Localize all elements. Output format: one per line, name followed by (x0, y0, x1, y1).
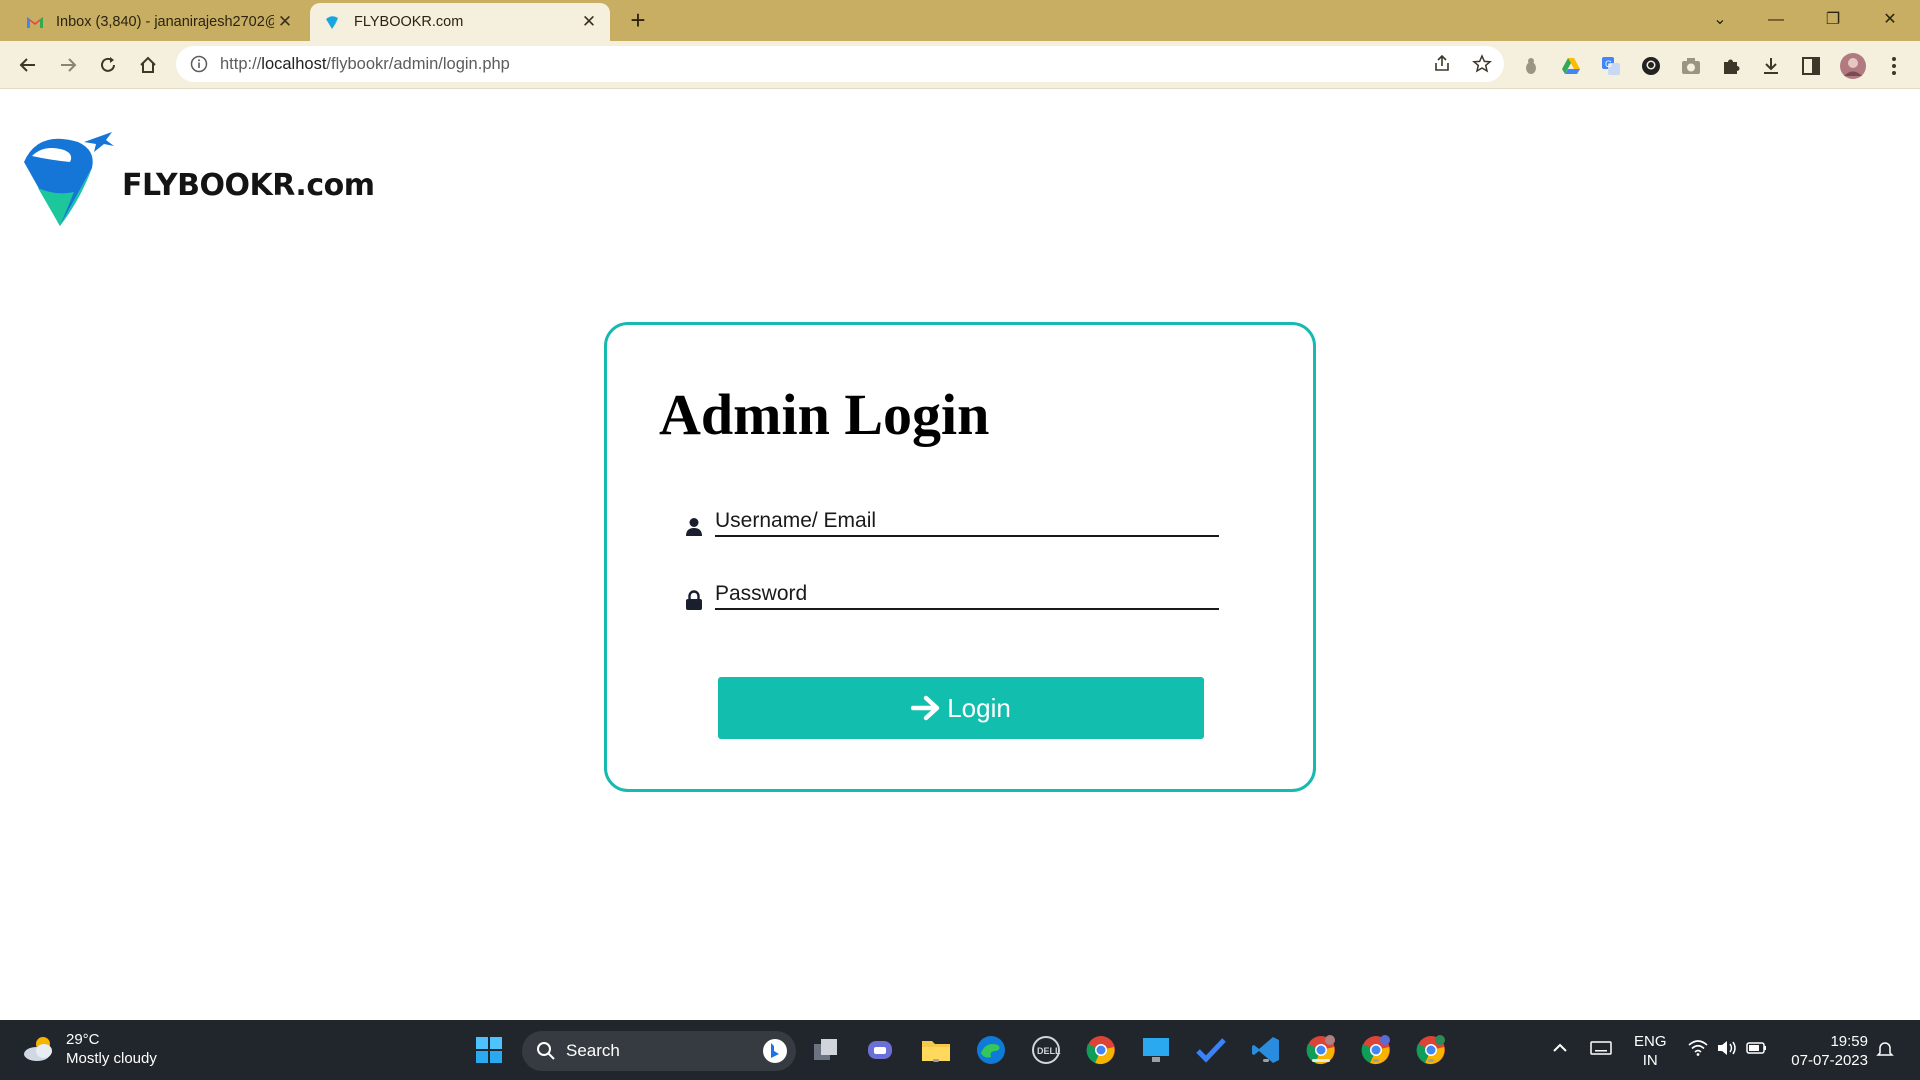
search-label: Search (566, 1041, 620, 1060)
browser-toolbar: http://localhost/flybookr/admin/login.ph… (0, 41, 1920, 89)
browser-tab-bar: Inbox (3,840) - jananirajesh2702@ ✕ FLYB… (0, 0, 1920, 41)
user-icon (686, 518, 702, 536)
extensions-puzzle-icon[interactable] (1720, 55, 1742, 77)
file-explorer-icon[interactable] (920, 1034, 952, 1066)
username-input[interactable]: Username/ Email (715, 503, 1219, 537)
reload-button[interactable] (92, 49, 124, 81)
side-panel-icon[interactable] (1800, 55, 1822, 77)
close-window-button[interactable]: ✕ (1870, 4, 1910, 36)
tab-search-chevron-icon[interactable]: ⌄ (1700, 4, 1740, 36)
close-tab-icon[interactable]: ✕ (578, 12, 600, 32)
chrome-profile-active-icon[interactable] (1305, 1034, 1337, 1066)
minimize-button[interactable]: — (1756, 4, 1796, 36)
lock-icon (686, 590, 702, 610)
logo-text: FLYBOOKR.com (122, 167, 375, 203)
windows-taskbar: 29°C Mostly cloudy Search DELL ENG IN 19… (0, 1020, 1920, 1080)
password-input[interactable]: Password (715, 576, 1219, 610)
password-field[interactable]: Password (685, 576, 1219, 612)
windows-logo-icon (476, 1037, 502, 1063)
vscode-icon[interactable] (1250, 1034, 1282, 1066)
url-text: http://localhost/flybookr/admin/login.ph… (220, 54, 510, 73)
translate-icon[interactable]: G (1600, 55, 1622, 77)
new-tab-button[interactable]: + (624, 6, 652, 34)
camera-icon[interactable] (1680, 55, 1702, 77)
todo-check-icon[interactable] (1195, 1034, 1227, 1066)
edge-browser-icon[interactable] (975, 1034, 1007, 1066)
admin-login-card: Admin Login Username/ Email Password Log… (604, 322, 1316, 792)
google-drive-icon[interactable] (1560, 55, 1582, 77)
task-view-icon[interactable] (810, 1034, 842, 1066)
dell-icon[interactable]: DELL (1030, 1034, 1062, 1066)
back-button[interactable] (12, 49, 44, 81)
language-top: ENG (1634, 1033, 1667, 1050)
site-logo[interactable]: FLYBOOKR.com (20, 130, 375, 226)
forward-button[interactable] (52, 49, 84, 81)
weather-temp: 29°C (66, 1031, 100, 1048)
volume-icon[interactable] (1716, 1040, 1738, 1061)
keyboard-icon[interactable] (1590, 1040, 1612, 1061)
language-bottom: IN (1642, 1052, 1658, 1069)
reload-icon (101, 57, 115, 72)
menu-kebab-icon[interactable] (1883, 55, 1905, 77)
address-bar[interactable]: http://localhost/flybookr/admin/login.ph… (176, 46, 1504, 82)
clock-time: 19:59 (1830, 1033, 1868, 1050)
system-clock[interactable]: 19:59 07-07-2023 (1782, 1032, 1868, 1070)
weather-desc: Mostly cloudy (66, 1050, 157, 1067)
show-hidden-icons-chevron-icon[interactable] (1552, 1040, 1568, 1061)
notifications-icon[interactable] (1876, 1040, 1894, 1063)
battery-icon[interactable] (1746, 1040, 1768, 1061)
weather-widget[interactable]: 29°C Mostly cloudy (22, 1030, 157, 1068)
home-icon (140, 56, 156, 73)
share-icon[interactable] (1432, 54, 1452, 74)
page-title: Admin Login (659, 382, 990, 447)
tab-title: FLYBOOKR.com (354, 14, 464, 30)
downloads-icon[interactable] (1760, 55, 1782, 77)
cloudy-weather-icon (24, 1037, 52, 1061)
github-icon[interactable] (1640, 55, 1662, 77)
flybookr-icon (324, 13, 342, 31)
profile-avatar[interactable] (1840, 53, 1866, 79)
tab-title: Inbox (3,840) - jananirajesh2702@ (56, 14, 274, 30)
tab-flybookr[interactable]: FLYBOOKR.com ✕ (310, 3, 610, 41)
login-button[interactable]: Login (718, 677, 1204, 739)
gmail-icon (26, 13, 44, 31)
chrome-profile-f-icon[interactable] (1360, 1034, 1392, 1066)
wifi-icon[interactable] (1688, 1040, 1708, 1061)
arrow-right-icon (911, 695, 940, 721)
login-button-label: Login (947, 692, 1011, 723)
back-arrow-icon (19, 58, 35, 72)
clock-date: 07-07-2023 (1791, 1052, 1868, 1069)
close-tab-icon[interactable]: ✕ (274, 12, 296, 32)
tab-inbox[interactable]: Inbox (3,840) - jananirajesh2702@ ✕ (12, 3, 306, 41)
bug-extension-icon[interactable] (1520, 55, 1542, 77)
svg-text:G: G (1605, 59, 1612, 69)
svg-text:DELL: DELL (1037, 1046, 1061, 1056)
username-field[interactable]: Username/ Email (685, 503, 1219, 539)
remote-desktop-icon[interactable] (1140, 1034, 1172, 1066)
search-icon (537, 1042, 555, 1060)
chrome-profile-j-icon[interactable] (1415, 1034, 1447, 1066)
home-button[interactable] (132, 49, 164, 81)
forward-arrow-icon (61, 58, 77, 72)
restore-button[interactable]: ❐ (1813, 4, 1853, 36)
bing-icon[interactable] (762, 1038, 788, 1064)
bookmark-star-icon[interactable] (1472, 54, 1492, 74)
flybookr-logo-icon (24, 132, 114, 226)
taskbar-search-box[interactable]: Search (522, 1031, 796, 1071)
language-indicator[interactable]: ENG IN (1634, 1032, 1667, 1070)
start-button[interactable] (473, 1034, 505, 1066)
teams-chat-icon[interactable] (864, 1034, 896, 1066)
chrome-icon[interactable] (1085, 1034, 1117, 1066)
site-info-icon[interactable] (190, 55, 208, 73)
